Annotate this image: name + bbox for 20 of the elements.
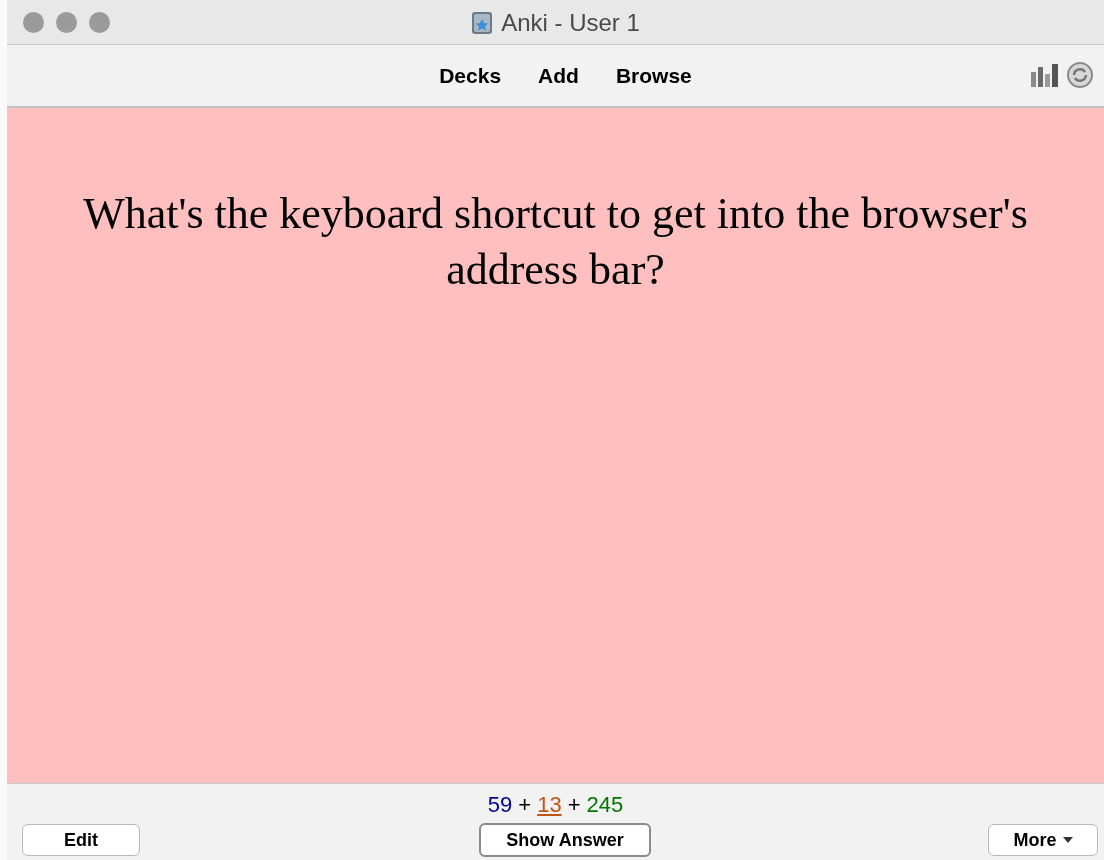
show-answer-button[interactable]: Show Answer xyxy=(479,823,651,857)
window-title: Anki - User 1 xyxy=(501,7,640,38)
card-count: 245 xyxy=(586,792,624,818)
toolbar-link[interactable]: Decks xyxy=(439,59,502,92)
close-window-button[interactable] xyxy=(23,11,44,33)
caret-icon xyxy=(1062,837,1073,843)
card-count: 59 xyxy=(487,792,513,818)
minimize-window-button[interactable] xyxy=(56,11,77,33)
question-text: What's the keyboard shortcut to get into the browser's address bar? xyxy=(82,188,1029,296)
plus-sign: + xyxy=(518,792,532,818)
app-icon xyxy=(471,10,494,35)
plus-sign: + xyxy=(567,792,581,818)
edit-button[interactable]: Edit xyxy=(22,824,140,856)
card-count: 13 xyxy=(537,792,562,818)
zoom-window-button[interactable] xyxy=(89,11,110,33)
toolbar-link[interactable]: Browse xyxy=(615,59,692,92)
stats-icon[interactable] xyxy=(1030,62,1060,88)
more-button[interactable]: More xyxy=(988,824,1098,856)
toolbar-link[interactable]: Add xyxy=(538,59,579,92)
sync-icon[interactable] xyxy=(1066,61,1094,89)
